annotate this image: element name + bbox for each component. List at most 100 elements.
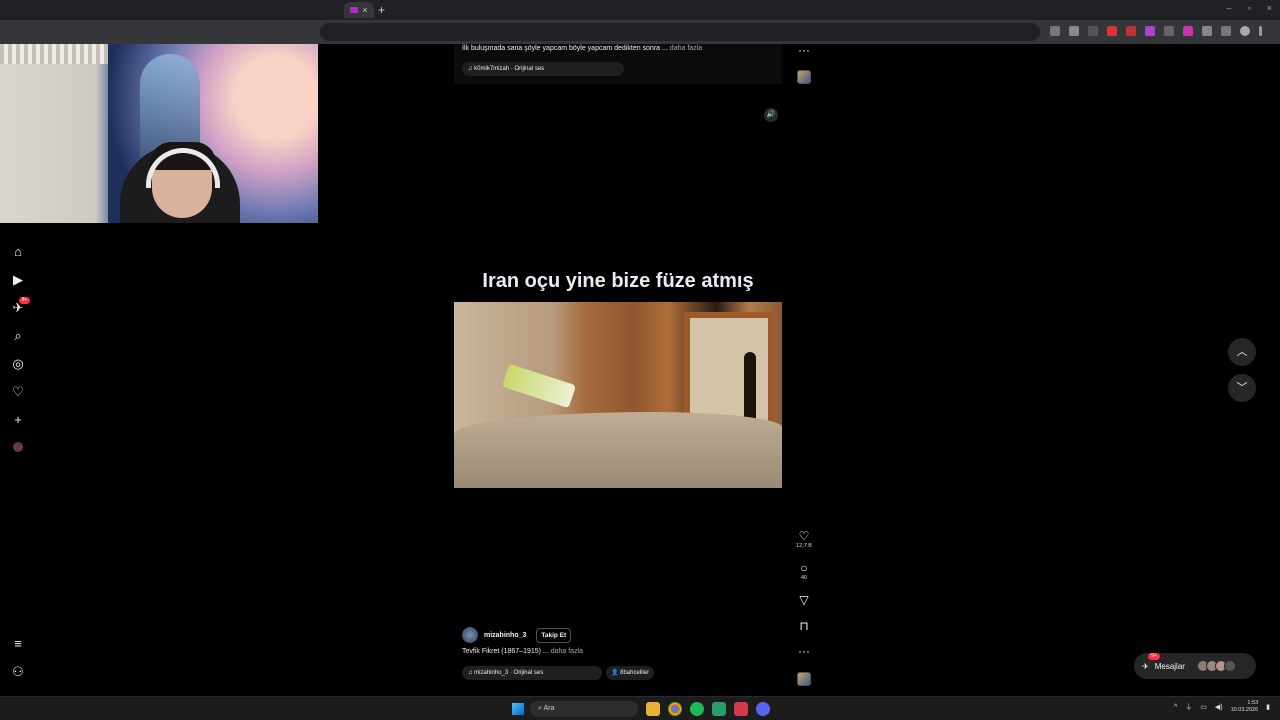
extension-icon[interactable] (1145, 26, 1155, 36)
search-placeholder: Ara (543, 705, 555, 712)
microphone-icon[interactable]: ⏚ (1185, 702, 1192, 712)
bookmark-icon: ⊓ (799, 619, 809, 633)
comment-button[interactable]: ○ 40 (796, 562, 812, 581)
home-icon[interactable]: ⌂ (11, 245, 25, 259)
profile-avatar[interactable] (1240, 26, 1250, 36)
audio-pill[interactable]: ♫ mizahinho_3 · Orijinal ses (462, 666, 602, 680)
more-options-icon: ··· (798, 43, 810, 57)
taskbar-apps (646, 702, 770, 716)
follow-button[interactable]: Takip Et (536, 627, 572, 643)
send-icon: ▽ (799, 593, 809, 607)
chevron-up-icon: ︿ (1236, 346, 1248, 358)
browser-menu-icon[interactable] (1259, 26, 1262, 36)
reel-more-options-button[interactable]: ··· (796, 645, 812, 657)
messages-button[interactable]: ✈ 9+ Mesajlar (1134, 653, 1256, 679)
webcam-overlay (0, 44, 318, 223)
extension-icon[interactable] (1107, 26, 1117, 36)
like-button[interactable]: ♡ 12,7 B (796, 530, 812, 549)
reels-icon[interactable]: ▶ (11, 273, 25, 287)
avatar (1223, 660, 1236, 672)
app-icon[interactable] (712, 702, 726, 716)
extension-icon[interactable] (1126, 26, 1136, 36)
browser-tab-bar: × + – ▫ × (0, 0, 1280, 20)
file-explorer-icon[interactable] (646, 702, 660, 716)
tab-close-button[interactable]: × (362, 5, 367, 15)
discord-icon[interactable] (756, 702, 770, 716)
recent-contacts-avatars (1196, 660, 1236, 672)
windows-start-icon[interactable] (512, 703, 524, 715)
spotify-icon[interactable] (690, 702, 704, 716)
comment-icon: ○ (800, 561, 808, 575)
video-overlay-text: Iran oçu yine bize füze atmış (482, 270, 754, 292)
maximize-button[interactable]: ▫ (1248, 3, 1251, 13)
tagged-people-pill[interactable]: 👤 8bahceliler (606, 666, 654, 680)
network-icon[interactable]: ▭ (1200, 703, 1207, 711)
messages-badge: 9+ (1148, 653, 1160, 660)
bookshelf-image (0, 44, 110, 64)
previous-reel: İlk buluşmada sana şöyle yapcam böyle ya… (454, 44, 782, 84)
extensions-puzzle-icon[interactable] (1202, 26, 1212, 36)
reel-caption: Tevfik Fikret (1867–1915) ... daha fazla (462, 648, 583, 655)
app-icon[interactable] (734, 702, 748, 716)
messenger-icon: ✈ (1142, 661, 1149, 671)
reel-video[interactable]: 🔊 Iran oçu yine bize füze atmış mizahinh… (454, 102, 782, 686)
profile-avatar[interactable] (11, 441, 25, 455)
notification-icon[interactable]: ▮ (1266, 703, 1270, 711)
clock[interactable]: 1:53 10.03.2026 (1231, 700, 1259, 714)
browser-tab[interactable]: × (344, 2, 374, 18)
caption-text: İlk buluşmada sana şöyle yapcam böyle ya… (462, 45, 668, 52)
extension-icon[interactable] (1183, 26, 1193, 36)
extension-icon[interactable] (1088, 26, 1098, 36)
next-reel-button[interactable]: ﹀ (1228, 374, 1256, 402)
previous-audio-thumbnail[interactable] (797, 70, 811, 84)
chevron-up-icon[interactable]: ^ (1174, 704, 1177, 711)
close-window-button[interactable]: × (1267, 3, 1272, 13)
save-button[interactable]: ⊓ (796, 620, 812, 632)
share-button[interactable]: ▽ (796, 594, 812, 606)
heart-icon: ♡ (798, 529, 810, 543)
audio-pill[interactable]: ♫ k0mik7mizah · Orijinal ses (462, 62, 624, 76)
reading-list-icon[interactable] (1221, 26, 1231, 36)
more-menu-icon[interactable]: ≡ (11, 637, 25, 651)
volume-icon[interactable]: 🔊 (764, 108, 778, 122)
left-navigation: ⌂ ▶ ✈ 9+ ⌕ ◎ ♡ + (0, 241, 36, 471)
install-app-icon[interactable] (1050, 26, 1060, 36)
chevron-down-icon: ﹀ (1236, 382, 1248, 394)
clock-date: 10.03.2026 (1230, 707, 1259, 713)
new-tab-button[interactable]: + (378, 3, 385, 17)
previous-reel-caption: İlk buluşmada sana şöyle yapcam böyle ya… (462, 45, 702, 52)
tab-favicon-icon (350, 7, 359, 13)
address-bar[interactable] (320, 23, 1040, 41)
explore-compass-icon[interactable]: ◎ (11, 357, 25, 371)
more-link[interactable]: daha fazla (551, 648, 583, 655)
author-username[interactable]: mizahinho_3 (484, 632, 526, 639)
bookmark-star-icon[interactable] (1069, 26, 1079, 36)
heart-icon[interactable]: ♡ (11, 385, 25, 399)
notification-badge: 9+ (19, 297, 30, 304)
chrome-icon[interactable] (668, 702, 682, 716)
caption-text: Tevfik Fikret (1867–1915) ... (462, 648, 549, 655)
reel-audio-thumbnail[interactable] (797, 672, 811, 686)
more-options-icon: ··· (798, 644, 810, 658)
previous-more-options-icon[interactable]: ··· (796, 44, 812, 56)
comment-count: 40 (800, 575, 808, 581)
browser-toolbar (0, 20, 1280, 44)
system-tray: ^ ⏚ ▭ ◀) 1:53 10.03.2026 ▮ (1174, 700, 1270, 714)
volume-icon[interactable]: ◀) (1215, 703, 1223, 711)
previous-reel-button[interactable]: ︿ (1228, 338, 1256, 366)
taskbar-search[interactable]: ⌕ Ara (530, 701, 638, 717)
like-count: 12,7 B (796, 543, 812, 549)
bag-image (502, 363, 576, 409)
floor-image (454, 412, 782, 488)
search-icon[interactable]: ⌕ (11, 329, 25, 343)
meta-apps-icon[interactable]: ⚇ (11, 665, 25, 679)
clock-time: 1:53 (1247, 700, 1259, 706)
windows-taskbar: ⌕ Ara ^ ⏚ ▭ ◀) 1:53 10.03.2026 ▮ (0, 696, 1280, 720)
messages-label: Mesajlar (1154, 661, 1185, 671)
create-plus-icon[interactable]: + (11, 413, 25, 427)
author-avatar[interactable] (462, 627, 478, 643)
extension-icon[interactable] (1164, 26, 1174, 36)
minimize-button[interactable]: – (1227, 3, 1232, 13)
more-link[interactable]: daha fazla (670, 45, 702, 52)
reel-author-row: mizahinho_3 Takip Et (462, 627, 572, 643)
